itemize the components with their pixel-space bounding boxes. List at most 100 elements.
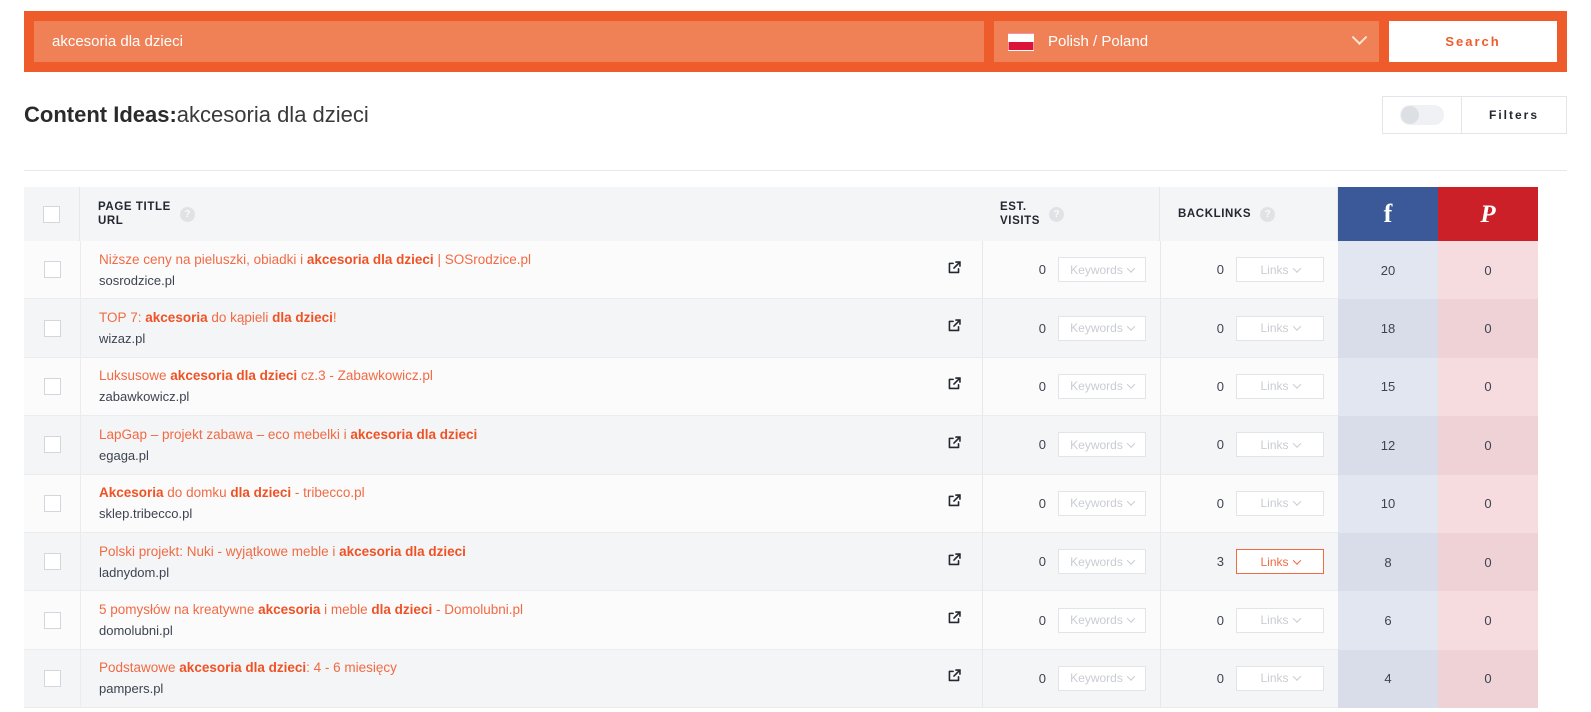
est-visits-value: 0 [1038,437,1046,453]
keywords-dropdown: Keywords [1058,665,1146,691]
page-title-cell: Niższe ceny na pieluszki, obiadki i akce… [80,241,926,300]
page-url: wizaz.pl [99,331,146,347]
page-title-link[interactable]: LapGap – projekt zabawa – eco mebelki i … [99,425,477,444]
links-dropdown[interactable]: Links [1236,549,1324,575]
pinterest-shares-cell: 0 [1438,649,1538,709]
filters-toggle[interactable] [1383,97,1461,133]
page-title: Content Ideas:akcesoria dla dzieci [24,102,369,128]
column-header-facebook[interactable]: f [1338,187,1438,241]
facebook-shares-cell: 8 [1338,532,1438,592]
toggle-track [1400,105,1444,125]
est-visits-value: 0 [1038,378,1046,394]
table-row: Polski projekt: Nuki - wyjątkowe meble i… [24,532,1567,592]
search-input[interactable] [34,21,984,62]
links-dropdown-label: Links [1260,613,1289,628]
keywords-dropdown-label: Keywords [1070,379,1123,394]
page-title-link[interactable]: Polski projekt: Nuki - wyjątkowe meble i… [99,542,466,561]
row-checkbox[interactable] [43,611,61,629]
chevron-down-icon [1292,439,1301,448]
external-link-icon[interactable] [947,376,962,396]
keywords-dropdown: Keywords [1058,432,1146,458]
language-label: Polish / Poland [1048,33,1149,50]
row-checkbox[interactable] [43,319,61,337]
pinterest-shares-value: 0 [1484,496,1492,512]
est-visits-cell: 0 Keywords [982,532,1160,592]
open-page-cell [926,649,982,709]
backlinks-value: 0 [1216,320,1224,336]
open-page-cell [926,532,982,592]
row-select-cell [24,416,80,475]
external-link-icon[interactable] [947,435,962,455]
table-header: PAGE TITLE URL ? EST. VISITS ? BACKLINKS… [24,187,1567,241]
facebook-shares-value: 4 [1384,671,1392,687]
help-icon-page-title[interactable]: ? [179,206,195,222]
keywords-dropdown: Keywords [1058,315,1146,341]
row-checkbox[interactable] [43,494,61,512]
column-header-est-visits[interactable]: EST. VISITS ? [982,187,1160,241]
help-icon-est-visits[interactable]: ? [1049,206,1065,222]
keywords-dropdown-label: Keywords [1070,613,1123,628]
search-button[interactable]: Search [1389,21,1557,62]
row-checkbox[interactable] [43,553,61,571]
external-link-icon[interactable] [947,318,962,338]
est-visits-cell: 0 Keywords [982,299,1160,358]
open-page-cell [926,241,982,300]
page-title-link[interactable]: Podstawowe akcesoria dla dzieci: 4 - 6 m… [99,658,397,677]
keywords-dropdown-label: Keywords [1070,437,1123,452]
pinterest-shares-value: 0 [1484,262,1492,278]
column-header-backlinks[interactable]: BACKLINKS ? [1160,187,1338,241]
table-row: Akcesoria do domku dla dzieci - tribecco… [24,474,1567,533]
chevron-down-icon [1126,439,1136,448]
est-visits-value: 0 [1038,554,1046,570]
backlinks-cell: 0 Links [1160,474,1338,533]
external-link-icon[interactable] [947,610,962,630]
external-link-icon[interactable] [947,552,962,572]
page-url: egaga.pl [99,447,149,463]
links-dropdown-label: Links [1260,321,1289,336]
facebook-shares-value: 6 [1384,613,1392,629]
column-header-pinterest[interactable]: P [1438,187,1538,241]
row-checkbox[interactable] [43,669,61,687]
help-icon-backlinks[interactable]: ? [1260,206,1276,222]
keywords-dropdown-label: Keywords [1070,554,1123,569]
links-dropdown: Links [1236,373,1324,399]
table-row: LapGap – projekt zabawa – eco mebelki i … [24,416,1567,475]
page-title-link[interactable]: 5 pomysłów na kreatywne akcesoria i mebl… [99,600,523,619]
row-select-cell [24,649,80,709]
row-checkbox[interactable] [43,377,61,395]
links-dropdown-label: Links [1260,554,1289,569]
keywords-dropdown: Keywords [1058,257,1146,283]
facebook-shares-cell: 12 [1338,416,1438,475]
column-header-backlinks-label: BACKLINKS [1178,208,1252,220]
page-title-cell: Luksusowe akcesoria dla dzieci cz.3 - Za… [80,357,926,417]
row-checkbox[interactable] [43,261,61,279]
row-select-cell [24,474,80,533]
filters-button[interactable]: Filters [1461,97,1566,133]
select-all-cell [24,187,80,241]
external-link-icon[interactable] [947,260,962,280]
page-title-link[interactable]: Niższe ceny na pieluszki, obiadki i akce… [99,250,531,269]
est-visits-value: 0 [1038,670,1046,686]
page-url: ladnydom.pl [99,564,170,580]
backlinks-cell: 0 Links [1160,649,1338,709]
open-page-cell [926,299,982,358]
column-header-page-title[interactable]: PAGE TITLE URL ? [80,187,926,241]
chevron-down-icon [1126,264,1136,273]
row-checkbox[interactable] [43,436,61,454]
pinterest-shares-value: 0 [1484,671,1492,687]
page-title-link[interactable]: Akcesoria do domku dla dzieci - tribecco… [99,483,365,502]
pinterest-shares-cell: 0 [1438,532,1538,592]
backlinks-cell: 0 Links [1160,416,1338,475]
est-visits-cell: 0 Keywords [982,416,1160,475]
page-title-cell: Polski projekt: Nuki - wyjątkowe meble i… [80,532,926,592]
page-url: domolubni.pl [99,623,173,639]
select-all-checkbox[interactable] [43,205,60,223]
external-link-icon[interactable] [947,493,962,513]
page-title-link[interactable]: Luksusowe akcesoria dla dzieci cz.3 - Za… [99,366,433,385]
pinterest-shares-value: 0 [1484,554,1492,570]
page-title-link[interactable]: TOP 7: akcesoria do kąpieli dla dzieci! [99,308,337,327]
external-link-icon[interactable] [947,668,962,688]
chevron-down-icon [1292,264,1301,273]
row-select-cell [24,532,80,592]
language-selector[interactable]: Polish / Poland [994,21,1379,62]
